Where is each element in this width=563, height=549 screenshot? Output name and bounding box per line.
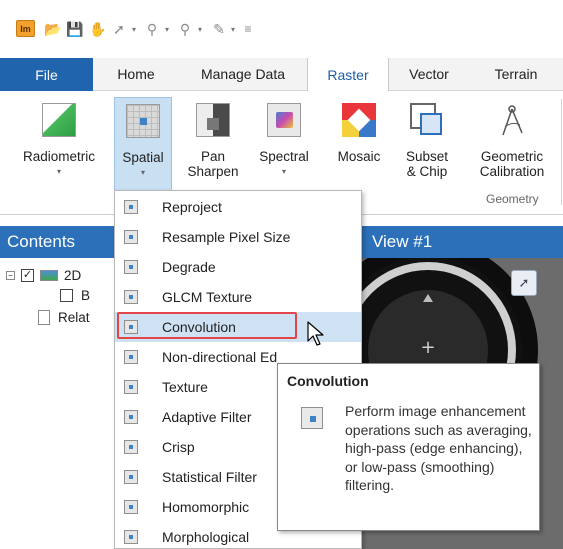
- svg-text:+: +: [420, 337, 435, 358]
- quick-access-toolbar: Im 📂 💾 ✋ ➚ ▾ ⚲ ▾ ⚲ ▾ ✎ ▾ ≡: [0, 0, 563, 58]
- mosaic-icon: [342, 103, 376, 137]
- tooltip-description: Perform image enhancement operations suc…: [345, 403, 532, 493]
- chevron-down-icon[interactable]: ▾: [196, 20, 204, 38]
- tree-item[interactable]: − ✓ 2D: [6, 265, 81, 285]
- tree-item[interactable]: B: [60, 285, 90, 305]
- draw-icon[interactable]: ✎: [210, 20, 228, 38]
- raster-tool-icon: [124, 380, 138, 394]
- layer-checkbox[interactable]: [60, 288, 73, 302]
- convolution-icon: [301, 407, 323, 429]
- spatial-label: Spatial: [122, 150, 164, 165]
- pan-sharpen-button[interactable]: Pan Sharpen: [184, 97, 242, 201]
- pan-sharpen-icon: [196, 103, 230, 137]
- pan-sharpen-label: Pan Sharpen: [187, 149, 239, 179]
- raster-tool-icon: [124, 500, 138, 514]
- menu-item-label: Degrade: [162, 259, 216, 275]
- raster-tool-icon: [124, 470, 138, 484]
- radiometric-icon: [42, 103, 76, 137]
- tab-terrain[interactable]: Terrain: [469, 58, 563, 91]
- subset-chip-label: Subset & Chip: [405, 149, 449, 179]
- menu-item-label: Adaptive Filter: [162, 409, 252, 425]
- menu-item-label: Resample Pixel Size: [162, 229, 291, 245]
- ribbon-group-separator: [561, 99, 562, 205]
- menu-item-degrade[interactable]: Degrade: [115, 252, 361, 282]
- chevron-down-icon: ▾: [56, 167, 61, 176]
- menu-item-label: Crisp: [162, 439, 195, 455]
- chevron-down-icon[interactable]: ▾: [229, 20, 237, 38]
- ribbon-tab-bar: File Home Manage Data Raster Vector Terr…: [0, 58, 563, 92]
- tree-item-label: 2D: [64, 267, 82, 283]
- cursor-arrow-icon: ➚: [518, 275, 530, 290]
- select-tool-button[interactable]: ➚: [511, 270, 537, 296]
- geometric-calibration-label: Geometric Calibration: [479, 149, 545, 179]
- view-title: View #1: [372, 232, 433, 251]
- save-icon[interactable]: 💾: [66, 20, 84, 38]
- menu-item-label: Statistical Filter: [162, 469, 257, 485]
- menu-item-label: Morphological: [162, 529, 250, 545]
- zoom-out-icon[interactable]: ⚲: [176, 20, 194, 38]
- chevron-down-icon: ▾: [140, 168, 145, 177]
- subset-chip-icon: [410, 103, 444, 137]
- raster-tool-icon: [124, 410, 138, 424]
- customize-icon[interactable]: ≡: [242, 20, 254, 38]
- menu-item-glcm-texture[interactable]: GLCM Texture: [115, 282, 361, 312]
- convolution-tooltip: Convolution Perform image enhancement op…: [277, 363, 540, 531]
- mouse-pointer-icon: [307, 321, 324, 346]
- tree-item-label: Relat: [58, 309, 90, 325]
- zoom-in-icon[interactable]: ⚲: [143, 20, 161, 38]
- menu-item-label: Reproject: [162, 199, 222, 215]
- menu-item-label: GLCM Texture: [162, 289, 252, 305]
- app-logo: Im: [16, 20, 35, 37]
- spectral-label: Spectral: [259, 149, 309, 164]
- collapse-icon[interactable]: −: [6, 270, 15, 280]
- raster-tool-icon: [124, 260, 138, 274]
- raster-tool-icon: [124, 530, 138, 544]
- layer-checkbox[interactable]: ✓: [21, 268, 34, 282]
- document-icon: [38, 309, 50, 325]
- ribbon-group-label: Geometry: [486, 192, 539, 206]
- chevron-down-icon[interactable]: ▾: [163, 20, 171, 38]
- menu-item-label: Texture: [162, 379, 208, 395]
- layer-thumbnail-icon: [40, 269, 58, 281]
- mosaic-button[interactable]: Mosaic: [330, 97, 388, 201]
- mosaic-label: Mosaic: [337, 149, 381, 164]
- spatial-button[interactable]: Spatial ▾: [114, 97, 172, 201]
- chevron-down-icon[interactable]: ▾: [130, 20, 138, 38]
- pan-icon[interactable]: ✋: [89, 20, 107, 38]
- menu-item-label: Non-directional Ed: [162, 349, 278, 365]
- contents-title: Contents: [7, 232, 76, 251]
- spectral-button[interactable]: Spectral ▾: [250, 97, 318, 201]
- raster-tool-icon: [124, 440, 138, 454]
- spatial-icon: [126, 104, 160, 138]
- raster-tool-icon: [124, 290, 138, 304]
- tree-item-label: B: [81, 287, 91, 303]
- chevron-down-icon: ▾: [281, 167, 286, 176]
- raster-tool-icon: [124, 200, 138, 214]
- open-folder-icon[interactable]: 📂: [44, 20, 62, 38]
- menu-item-reproject[interactable]: Reproject: [115, 192, 361, 222]
- menu-item-resample-pixel-size[interactable]: Resample Pixel Size: [115, 222, 361, 252]
- tooltip-title: Convolution: [287, 373, 369, 389]
- subset-chip-button[interactable]: Subset & Chip: [394, 97, 460, 201]
- menu-item-label: Homomorphic: [162, 499, 250, 515]
- raster-tool-icon: [124, 230, 138, 244]
- raster-tool-icon: [124, 320, 138, 334]
- select-icon[interactable]: ➚: [110, 20, 128, 38]
- radiometric-label: Radiometric: [22, 149, 96, 164]
- tab-manage-data[interactable]: Manage Data: [179, 58, 307, 91]
- radiometric-button[interactable]: Radiometric ▾: [16, 97, 102, 201]
- spectral-icon: [267, 103, 301, 137]
- geometric-calibration-icon: [495, 103, 529, 137]
- geometric-calibration-button[interactable]: Geometric Calibration: [470, 97, 554, 201]
- raster-tool-icon: [124, 350, 138, 364]
- tab-file[interactable]: File: [0, 58, 93, 91]
- menu-item-label: Convolution: [162, 319, 236, 335]
- tab-vector[interactable]: Vector: [389, 58, 469, 91]
- tab-raster[interactable]: Raster: [307, 58, 389, 92]
- tab-home[interactable]: Home: [93, 58, 179, 91]
- tree-item[interactable]: Relat: [38, 307, 90, 327]
